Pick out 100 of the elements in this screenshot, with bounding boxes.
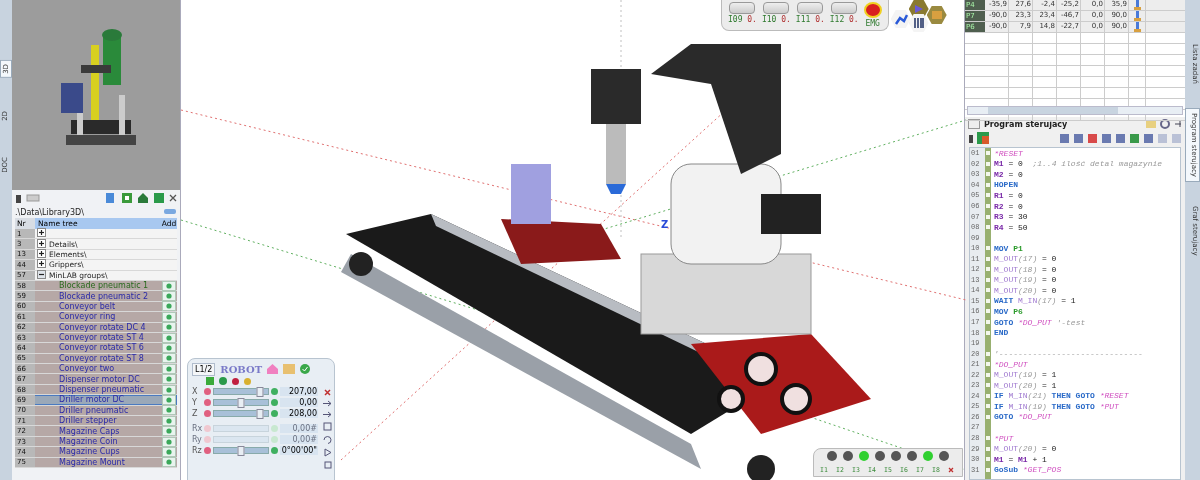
expander-icon[interactable] — [37, 259, 46, 271]
add-button[interactable] — [162, 353, 176, 364]
toolbar-icon[interactable] — [1087, 132, 1098, 144]
axis-label: Ry — [192, 435, 203, 444]
add-button[interactable] — [162, 280, 176, 291]
copy-icon[interactable] — [105, 192, 117, 204]
axis-slider[interactable] — [213, 388, 269, 395]
battery-icon[interactable] — [15, 193, 22, 203]
code-variable: M2 — [994, 169, 1004, 179]
expander-icon[interactable] — [37, 228, 46, 240]
add-button[interactable] — [162, 374, 176, 385]
toolbar-icon[interactable] — [1059, 132, 1070, 144]
input-button[interactable] — [729, 2, 756, 14]
code-function: M_OUT — [994, 285, 1018, 295]
play-icon[interactable] — [323, 448, 332, 457]
code-text: = 0 — [1041, 275, 1057, 285]
add-button[interactable] — [162, 394, 176, 405]
axis-value-field[interactable]: 0°00'00" — [279, 446, 318, 455]
expander-icon[interactable] — [37, 238, 46, 250]
close-icon[interactable] — [948, 467, 954, 473]
add-button[interactable] — [162, 343, 176, 353]
add-button[interactable] — [162, 415, 176, 426]
rotate-icon[interactable] — [323, 435, 332, 444]
axis-value-field[interactable]: 207,00 — [279, 387, 318, 396]
line-marker-icon — [986, 288, 990, 293]
add-button[interactable] — [162, 405, 176, 416]
emergency-label: EMG — [865, 19, 880, 28]
add-button[interactable] — [162, 384, 176, 395]
barcode-icon[interactable] — [908, 14, 929, 32]
code-point: P1 — [1013, 243, 1023, 253]
axis-slider[interactable] — [213, 399, 269, 406]
add-button[interactable] — [162, 363, 176, 374]
input-button[interactable] — [797, 2, 824, 14]
emergency-stop-button[interactable] — [863, 2, 882, 18]
expander-icon[interactable] — [37, 249, 46, 260]
box-icon[interactable] — [926, 6, 947, 24]
code-variable: R4 — [994, 222, 1004, 232]
add-button[interactable] — [162, 436, 176, 447]
add-button[interactable] — [162, 311, 176, 322]
code-label: *DO_PUT — [1018, 412, 1052, 422]
code-keyword: END — [994, 328, 1009, 338]
toolbar-icon[interactable] — [1143, 132, 1154, 144]
dot-icon[interactable] — [232, 377, 239, 385]
battery-icon[interactable] — [968, 133, 974, 143]
line-marker-icon — [986, 362, 990, 367]
toolbar-icon[interactable] — [1115, 132, 1126, 144]
code-comment: ;1..4 ilość detal magazynie — [1032, 159, 1163, 169]
link-icon[interactable] — [163, 208, 177, 216]
code-variable: R1 — [994, 190, 1004, 200]
slider-thumb[interactable] — [237, 398, 245, 408]
slider-thumb[interactable] — [256, 409, 264, 419]
dot-icon[interactable] — [219, 377, 227, 385]
check-icon[interactable] — [300, 364, 311, 374]
arrow-icon[interactable] — [323, 400, 332, 407]
toolbar-icon[interactable] — [1073, 132, 1084, 144]
add-button[interactable] — [162, 332, 176, 343]
settings-icon[interactable] — [1160, 119, 1170, 129]
square-icon[interactable] — [121, 192, 133, 204]
add-button[interactable] — [162, 446, 176, 457]
code-function: M_IN — [1018, 296, 1038, 306]
toolbar-icon[interactable] — [1101, 132, 1112, 144]
dot-icon[interactable] — [244, 377, 251, 385]
axis-slider[interactable] — [213, 447, 269, 454]
code-argument: (20) — [1018, 444, 1038, 454]
add-button[interactable] — [162, 457, 176, 468]
house-icon[interactable] — [267, 364, 279, 374]
expander-icon[interactable] — [37, 269, 46, 281]
frame-tab[interactable]: L1/2 — [192, 362, 216, 376]
code-function: M_OUT — [994, 444, 1018, 454]
close-icon[interactable] — [323, 389, 332, 396]
axis-label: Rz — [192, 446, 203, 455]
toolbar-icon[interactable] — [1129, 132, 1140, 144]
frame-icon[interactable] — [323, 422, 332, 431]
line-marker-icon — [986, 298, 990, 303]
close-icon[interactable] — [169, 194, 177, 202]
input-button[interactable] — [763, 2, 790, 14]
square-icon[interactable] — [323, 461, 332, 469]
slider-thumb[interactable] — [256, 387, 264, 397]
frame-icon[interactable] — [153, 192, 165, 204]
add-button[interactable] — [162, 426, 176, 437]
horizontal-scrollbar[interactable] — [967, 106, 1183, 115]
code-keyword: GoSub — [994, 465, 1019, 475]
add-button[interactable] — [162, 301, 176, 312]
code-function: M_IN — [1008, 391, 1028, 401]
slider-thumb[interactable] — [237, 446, 245, 456]
line-marker-icon — [986, 277, 990, 282]
input-value: 0. — [815, 15, 825, 24]
axis-value-field[interactable]: 208,00 — [279, 409, 318, 418]
house-icon[interactable] — [137, 192, 149, 204]
code-text: = — [1007, 454, 1015, 464]
add-button[interactable] — [162, 291, 176, 302]
item-name: Magazine Caps — [59, 426, 121, 436]
line-marker-icon — [986, 467, 990, 472]
axis-value-field[interactable]: 0,00 — [279, 398, 318, 407]
add-button[interactable] — [162, 322, 176, 333]
arrow-icon[interactable] — [323, 411, 332, 418]
code-label: *RESET — [994, 148, 1023, 158]
input-button[interactable] — [831, 2, 858, 14]
axis-slider[interactable] — [213, 410, 269, 417]
pin-icon[interactable] — [1174, 120, 1182, 128]
